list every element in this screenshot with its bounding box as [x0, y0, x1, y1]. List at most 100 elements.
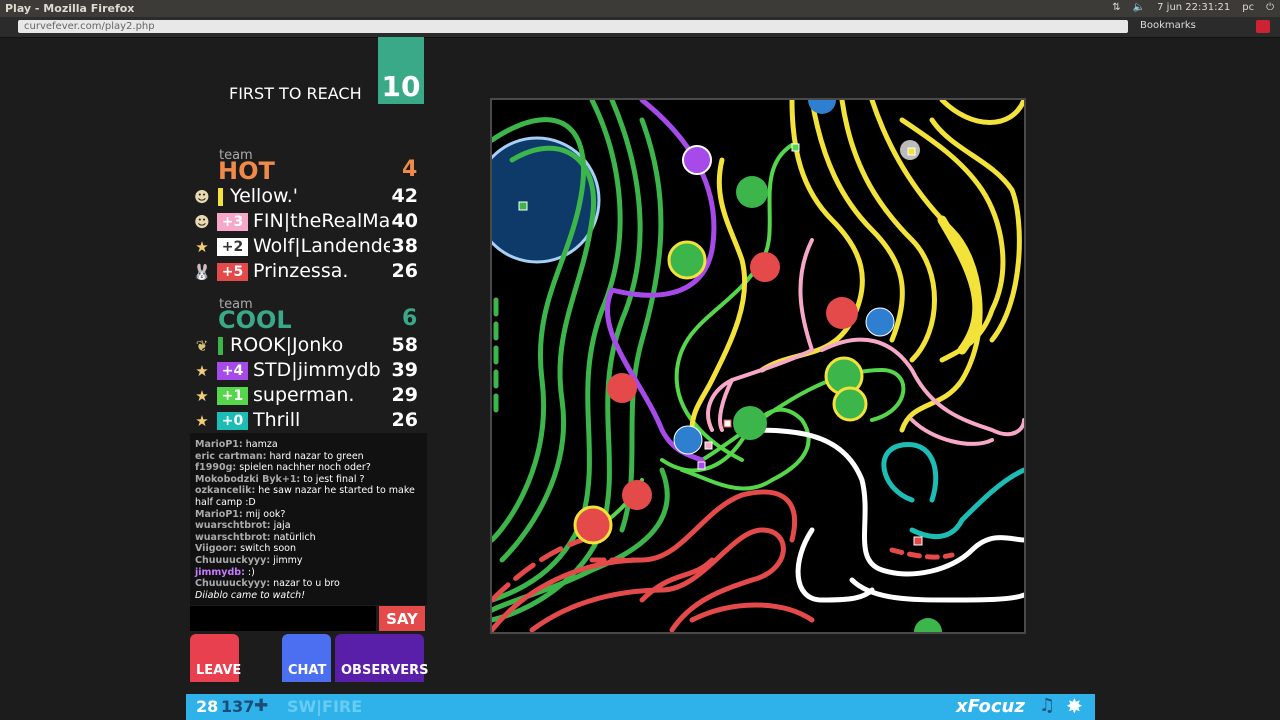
chat-author[interactable]: f1990g:: [195, 462, 236, 473]
star-burst-icon[interactable]: ✸: [1066, 694, 1083, 718]
status-bar: 28 137 ✚ SW|FIRE xFocuz ♫ ✸: [186, 694, 1095, 720]
firefox-menu-icon[interactable]: [1256, 20, 1270, 33]
player-row[interactable]: 🐰 +5 Prinzessa. 26: [190, 260, 422, 284]
status-value-a: 28: [196, 697, 219, 716]
user-menu[interactable]: pc: [1242, 2, 1254, 13]
chat-text: to jest final ?: [300, 473, 365, 485]
player-color-bar: [218, 337, 223, 355]
chat-message: f1990g: spielen nachher noch oder?: [195, 462, 427, 474]
chat-message: wuarschtbrot: jaja: [195, 520, 427, 532]
chat-text: :): [244, 566, 255, 578]
bonus-badge: +3: [217, 213, 248, 231]
bonus-badge: +0: [217, 412, 248, 430]
player-points: 26: [391, 409, 418, 431]
player-row[interactable]: ★ +4 STD|jimmydb 39: [190, 359, 422, 383]
team-score: 4: [402, 157, 418, 182]
bonus-badge: +2: [217, 238, 248, 256]
team-tag: SW|FIRE: [287, 697, 363, 716]
bunny-icon: 🐰: [192, 263, 212, 281]
music-note-icon[interactable]: ♫: [1039, 695, 1055, 716]
url-bar[interactable]: curvefever.com/play2.php: [18, 20, 1128, 33]
chat-text: spielen nachher noch oder?: [236, 462, 371, 474]
player-name: Thrill: [253, 409, 301, 431]
game-arena[interactable]: [473, 86, 1027, 646]
player-name: superman.: [253, 384, 355, 406]
troll-face-icon: ☻: [194, 213, 210, 231]
browser-navbar: curvefever.com/play2.php Bookmarks: [0, 17, 1280, 38]
chat-text: mij ook?: [242, 508, 286, 520]
chat-author[interactable]: MarioP1:: [195, 509, 243, 520]
chat-system-message: Diiablo came to watch!: [195, 589, 306, 601]
bonus-badge: +4: [217, 362, 248, 380]
team-score: 6: [402, 306, 418, 331]
player-name: STD|jimmydb: [253, 359, 381, 381]
chat-message: MarioP1: mij ook?: [195, 509, 427, 521]
leave-button[interactable]: LEAVE: [190, 634, 241, 682]
player-points: 29: [391, 384, 418, 406]
chat-author[interactable]: eric cartman:: [195, 451, 266, 462]
white-trails: [739, 427, 1027, 603]
player-name: Yellow.': [230, 185, 299, 207]
chat-text: natürlich: [270, 531, 316, 543]
chat-input[interactable]: [190, 606, 376, 631]
player-row[interactable]: ★ +2 Wolf|Landende 38: [190, 235, 422, 259]
username[interactable]: xFocuz: [956, 696, 1025, 717]
volume-icon[interactable]: 🔈: [1133, 2, 1145, 13]
chat-text: half camp :D: [195, 496, 256, 508]
sort-icon[interactable]: ⇅: [1112, 2, 1120, 13]
player-points: 26: [391, 260, 418, 282]
bookmarks-button[interactable]: Bookmarks: [1140, 20, 1196, 31]
chat-message: ozkancelik: he saw nazar he started to m…: [195, 485, 427, 497]
star-icon: ★: [195, 387, 209, 405]
chat-text: jaja: [270, 520, 291, 532]
power-icon[interactable]: ⏻: [1266, 2, 1274, 13]
teal-trails: [881, 442, 1027, 540]
player-color-bar: [218, 188, 223, 206]
star-icon: ★: [195, 412, 209, 430]
player-row[interactable]: ❦ ROOK|Jonko 58: [190, 334, 422, 358]
star-icon: ★: [195, 238, 209, 256]
chat-author[interactable]: Chuuuuckyyy:: [195, 555, 270, 566]
chat-author[interactable]: MarioP1:: [195, 439, 243, 450]
chat-text: nazar to u bro: [270, 578, 340, 590]
plus-icon[interactable]: ✚: [254, 696, 268, 716]
observers-button[interactable]: OBSERVERS: [335, 634, 429, 682]
chat-author[interactable]: Mokobodzki Byk+1:: [195, 474, 300, 485]
chat-author[interactable]: Chuuuuckyyy:: [195, 578, 270, 589]
chat-message: jimmydb: :): [195, 567, 427, 579]
chat-message: Chuuuuckyyy: jimmy: [195, 555, 427, 567]
bonus-badge: +1: [217, 387, 248, 405]
leaf-icon: ❦: [195, 337, 209, 355]
chat-message: wuarschtbrot: natürlich: [195, 532, 427, 544]
red-trails: [489, 489, 955, 633]
chat-message: Mokobodzki Byk+1: to jest final ?: [195, 474, 427, 486]
player-row[interactable]: ☻ Yellow.' 42: [190, 185, 422, 209]
troll-face-icon: ☻: [194, 188, 210, 206]
team-name: HOT: [218, 157, 275, 185]
chat-author[interactable]: wuarschtbrot:: [195, 520, 271, 531]
bonus-badge: +5: [217, 263, 248, 281]
player-points: 40: [391, 210, 418, 232]
chat-message: MarioP1: hamza: [195, 439, 427, 451]
chat-text: hamza: [242, 439, 278, 450]
player-name: Prinzessa.: [253, 260, 349, 282]
chat-author[interactable]: ozkancelik:: [195, 485, 255, 496]
chat-author[interactable]: jimmydb:: [195, 567, 245, 578]
os-top-bar: Play - Mozilla Firefox ⇅ 🔈 7 jun 22:31:2…: [0, 0, 1280, 17]
player-row[interactable]: ★ +1 superman. 29: [190, 384, 422, 408]
chat-button[interactable]: CHAT: [282, 634, 331, 682]
chat-message: eric cartman: hard nazar to green: [195, 451, 427, 463]
window-title: Play - Mozilla Firefox: [5, 2, 135, 15]
player-name: ROOK|Jonko: [230, 334, 344, 356]
player-row[interactable]: ☻ +3 FIN|theRealMa 40: [190, 210, 422, 234]
chat-text: jimmy: [270, 554, 303, 566]
chat-author[interactable]: wuarschtbrot:: [195, 532, 271, 543]
player-row[interactable]: ★ +0 Thrill 26: [190, 409, 422, 433]
chat-text: hard nazar to green: [266, 450, 364, 462]
chat-author[interactable]: Viigoor:: [195, 543, 237, 554]
player-name: Wolf|Landende: [253, 235, 390, 257]
say-button[interactable]: SAY: [379, 606, 425, 631]
chat-message: half camp :D: [195, 497, 427, 509]
team-name: COOL: [218, 306, 292, 334]
clock[interactable]: 7 jun 22:31:21: [1157, 2, 1230, 13]
